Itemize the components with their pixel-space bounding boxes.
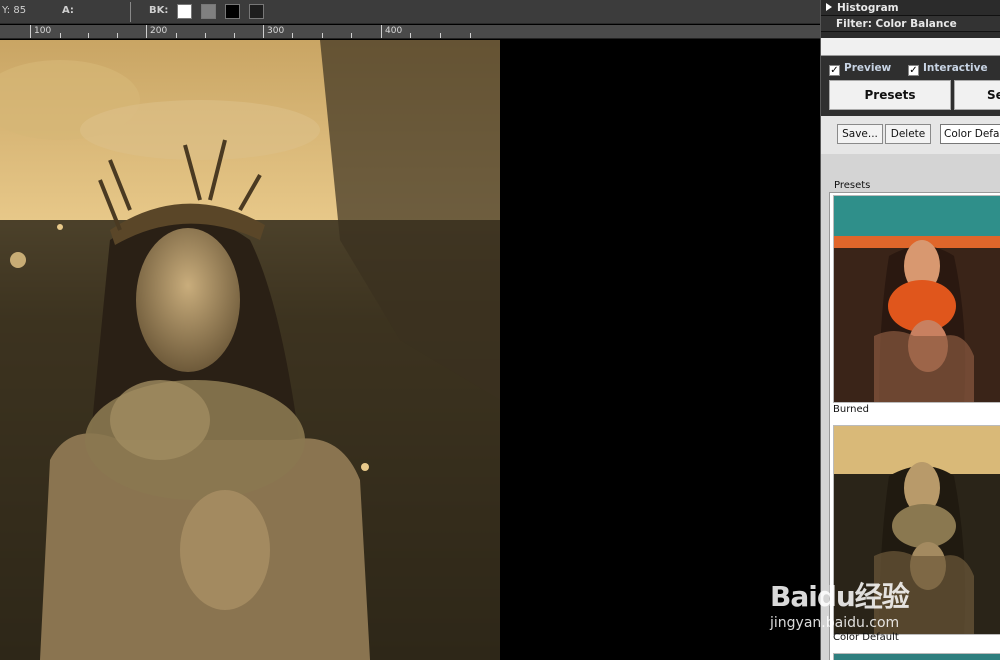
bk-swatch-black[interactable] [225,4,240,19]
preset-label-color-default: Color Default [833,632,899,643]
preset-select[interactable]: Color Default [940,124,1000,144]
alpha-readout-label: A: [62,5,74,16]
edited-photo[interactable] [0,40,500,660]
ruler-label-300: 300 [267,26,285,36]
ruler-tick [146,25,147,38]
filter-panel: Histogram Filter: Color Balance ✓ Preview… [820,0,1000,660]
watermark-url: jingyan.baidu.com [770,615,900,631]
preset-thumbnail-burned[interactable] [833,195,1000,403]
bk-swatch-white[interactable] [177,4,192,19]
ruler-tick [30,25,31,38]
preview-checkbox[interactable]: ✓ Preview [829,62,891,76]
ruler-label-100: 100 [34,26,52,36]
ruler-tick [381,25,382,38]
preset-label-burned: Burned [833,404,869,415]
panel-tabs: Presets Se [821,80,1000,114]
histogram-header[interactable]: Histogram [821,0,1000,16]
checkmark-icon: ✓ [908,65,919,76]
ruler-label-400: 400 [385,26,403,36]
status-bar: Y: 85 A: BK: [0,0,820,24]
y-coordinate-readout: Y: 85 [2,5,27,16]
preset-toolbar: Save... Delete Color Default [821,114,1000,154]
filter-info-field [821,38,1000,56]
status-divider [130,2,131,22]
background-color-label: BK: [149,5,169,16]
save-preset-button[interactable]: Save... [837,124,883,144]
watermark-brand: Baidu经验 [770,580,910,613]
ruler-label-200: 200 [150,26,168,36]
interactive-label: Interactive [923,62,988,74]
filter-title: Filter: Color Balance [836,18,957,30]
expand-arrow-icon [826,3,832,11]
tab-settings[interactable]: Se [954,80,1000,110]
image-canvas[interactable] [0,40,820,660]
filter-header: Filter: Color Balance [821,16,1000,32]
baidu-watermark: Baidu经验 jingyan.baidu.com [770,575,910,631]
preview-label: Preview [844,62,892,74]
ruler-tick [263,25,264,38]
presets-section-label: Presets [834,180,871,191]
delete-preset-button[interactable]: Delete [885,124,931,144]
tab-presets[interactable]: Presets [829,80,951,110]
interactive-checkbox[interactable]: ✓ Interactive [908,62,988,76]
checkmark-icon: ✓ [829,65,840,76]
bk-swatch-gray[interactable] [201,4,216,19]
histogram-title: Histogram [837,2,899,14]
bk-swatch-dark[interactable] [249,4,264,19]
options-row: ✓ Preview ✓ Interactive [821,56,1000,80]
preset-thumbnail-next[interactable] [833,653,1000,660]
horizontal-ruler: 100 200 300 400 [0,25,820,39]
